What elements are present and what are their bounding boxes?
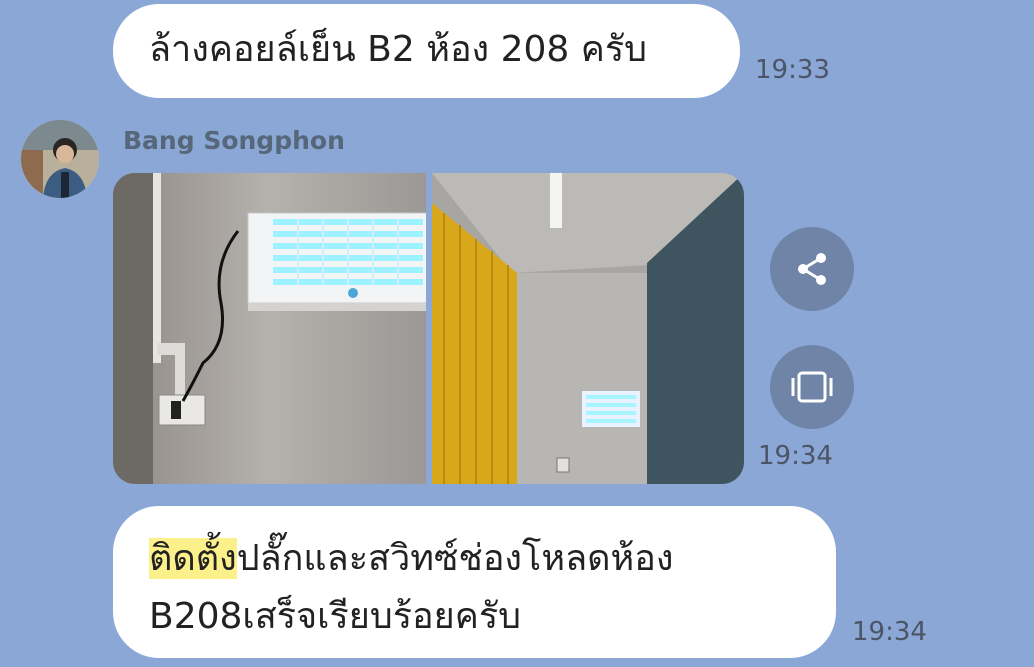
message-time: 19:33 [755, 55, 830, 85]
message-time: 19:34 [852, 617, 927, 647]
share-button[interactable] [770, 227, 854, 311]
share-icon [798, 253, 826, 285]
expand-icon [791, 371, 833, 403]
avatar[interactable] [21, 120, 99, 198]
message-time: 19:34 [758, 441, 833, 471]
highlighted-text: ติดตั้ง [149, 538, 237, 579]
message-photo[interactable] [432, 173, 744, 484]
expand-button[interactable] [770, 345, 854, 429]
message-text: ล้างคอยล์เย็น B2 ห้อง 208 ครับ [149, 29, 648, 70]
sender-name: Bang Songphon [123, 126, 345, 155]
message-bubble[interactable]: ล้างคอยล์เย็น B2 ห้อง 208 ครับ [113, 4, 740, 98]
message-photo[interactable] [113, 173, 426, 484]
message-bubble[interactable]: ติดตั้งปลั๊กและสวิทซ์ช่องโหลดห้อง B208เส… [113, 506, 836, 658]
